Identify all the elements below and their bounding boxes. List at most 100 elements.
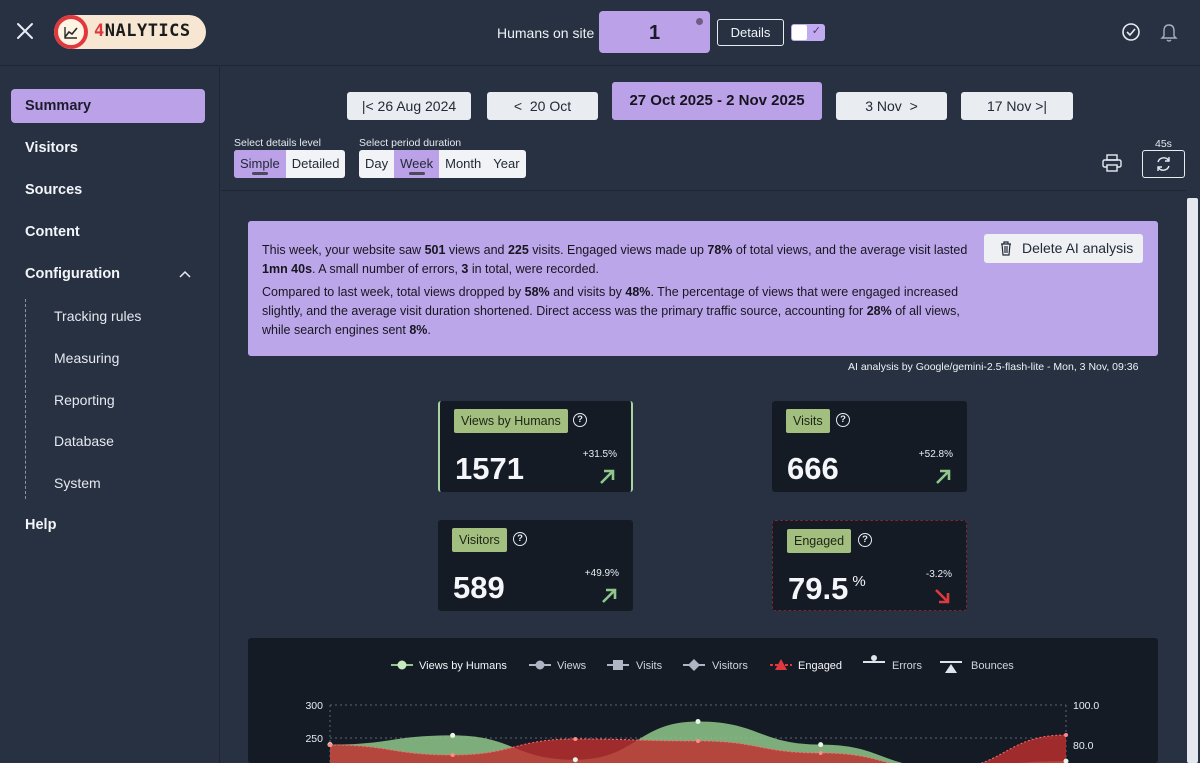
legend-visitors[interactable]: Visitors [683,659,748,672]
sidebar-subitem-database[interactable]: Database [54,430,114,452]
kpi-delta: -3.2% [925,569,952,580]
kpi-value: 666 [787,451,839,486]
sidebar-item-configuration[interactable]: Configuration [11,257,205,291]
details-button[interactable]: Details [717,19,784,46]
views-by-humans-point[interactable] [450,732,456,738]
y-right-tick: 80.0 [1073,740,1094,752]
legend-label: Errors [892,660,922,672]
chevron-right-icon: > [901,98,918,114]
live-dot-icon [696,18,703,25]
details-option-detailed[interactable]: Detailed [286,150,346,178]
kpi-card-visitors[interactable]: Visitors ? 589 +49.9% [438,520,633,611]
kpi-value: 589 [453,570,505,605]
legend-views[interactable]: Views [529,660,587,672]
app-logo[interactable]: 4NALYTICS [54,15,206,49]
sidebar-subitem-system[interactable]: System [54,472,101,494]
legend-label: Bounces [971,660,1014,672]
sidebar-item-content[interactable]: Content [11,215,205,249]
views-by-humans-point[interactable] [695,719,701,724]
sidebar: Summary Visitors Sources Content Configu… [0,67,220,763]
y-left-tick: 300 [305,700,323,712]
kpi-value: 79.5% [788,571,866,607]
help-icon[interactable]: ? [858,533,872,547]
date-next-label: 3 Nov [865,98,902,114]
ai-paragraph-2: Compared to last week, total views dropp… [262,285,960,337]
period-selector: Day Week Month Year [359,150,526,178]
date-first-button[interactable]: |< 26 Aug 2024 [347,92,471,120]
kpi-unit: % [852,573,866,590]
y-right-tick: 100.0 [1073,700,1099,712]
refresh-button[interactable] [1142,150,1185,178]
delete-ai-analysis-button[interactable]: Delete AI analysis [984,234,1143,263]
sidebar-subitem-reporting[interactable]: Reporting [54,389,115,411]
help-icon[interactable]: ? [513,532,527,546]
sidebar-item-help[interactable]: Help [11,508,205,542]
submenu-guide-line [25,299,26,499]
legend-errors[interactable]: Errors [863,655,922,672]
refresh-icon [1157,157,1170,171]
legend-visits[interactable]: Visits [607,660,663,672]
trend-up-icon [600,469,615,484]
kpi-card-visits[interactable]: Visits ? 666 +52.8% [772,401,967,492]
kpi-value-number: 79.5 [788,571,849,606]
ai-analysis-credit: AI analysis by Google/gemini-2.5-flash-l… [848,361,1139,373]
engaged-point[interactable] [696,739,700,743]
views-by-humans-point[interactable] [572,757,578,763]
details-option-simple[interactable]: Simple [234,150,286,178]
date-prev-button[interactable]: < 20 Oct [487,92,598,120]
details-toggle[interactable]: ✓ [791,24,825,41]
legend-label: Views [557,660,587,672]
kpi-label: Visitors [452,528,507,552]
kpi-card-engaged[interactable]: Engaged ? 79.5% -3.2% [772,520,967,611]
sidebar-item-visitors[interactable]: Visitors [11,131,205,165]
help-icon[interactable]: ? [573,413,587,427]
check-circle-icon[interactable] [1121,22,1141,42]
refresh-timer: 45s [1155,138,1172,150]
legend-label: Visitors [712,660,748,672]
kpi-delta: +49.9% [584,568,619,579]
date-last-button[interactable]: 17 Nov >| [961,92,1073,120]
sidebar-item-summary[interactable]: Summary [11,89,205,123]
delete-ai-analysis-label: Delete AI analysis [1022,240,1134,256]
close-icon[interactable] [14,20,36,42]
metrics-chart: Views by Humans Views Visits Visitors En… [248,638,1158,763]
y-left-tick: 250 [305,733,323,745]
legend-engaged[interactable]: Engaged [770,659,842,672]
period-option-day[interactable]: Day [359,150,394,178]
top-bar: 4NALYTICS Humans on site 1 Details ✓ [0,0,1200,66]
period-option-week[interactable]: Week [394,150,440,178]
details-level-label: Select details level [234,137,321,149]
main-scrollbar-thumb[interactable] [1187,198,1198,763]
chevron-up-icon[interactable] [179,269,191,279]
period-duration-label: Select period duration [359,137,462,149]
engaged-point[interactable] [818,751,823,755]
engaged-point[interactable] [450,753,455,757]
engaged-point[interactable] [1064,733,1068,737]
views-by-humans-point[interactable] [818,742,824,748]
toggle-check-icon: ✓ [811,25,821,37]
engaged-point[interactable] [573,737,578,741]
trend-up-icon [602,588,617,603]
chevron-left-icon: < [513,98,530,114]
help-icon[interactable]: ? [836,413,850,427]
date-next-button[interactable]: 3 Nov > [836,92,947,120]
date-current-period[interactable]: 27 Oct 2025 - 2 Nov 2025 [612,82,822,120]
sidebar-item-configuration-label: Configuration [25,266,121,282]
period-option-year[interactable]: Year [487,150,525,178]
legend-bounces[interactable]: Bounces [940,660,1014,673]
trend-up-icon [936,469,951,484]
legend-label: Views by Humans [419,660,507,672]
legend-views-by-humans[interactable]: Views by Humans [391,660,507,672]
sidebar-item-sources[interactable]: Sources [11,173,205,207]
sidebar-subitem-tracking-rules[interactable]: Tracking rules [54,305,141,327]
legend-label: Visits [636,660,663,672]
print-icon[interactable] [1102,154,1122,172]
kpi-card-views-by-humans[interactable]: Views by Humans ? 1571 +31.5% [438,401,633,492]
sidebar-subitem-measuring[interactable]: Measuring [54,347,119,369]
engaged-point[interactable] [328,743,332,747]
bell-icon[interactable] [1160,22,1178,42]
kpi-delta: +31.5% [582,449,617,460]
ai-paragraph-1: This week, your website saw 501 views an… [262,243,968,276]
period-option-month[interactable]: Month [439,150,487,178]
skip-last-icon: >| [1031,98,1048,114]
